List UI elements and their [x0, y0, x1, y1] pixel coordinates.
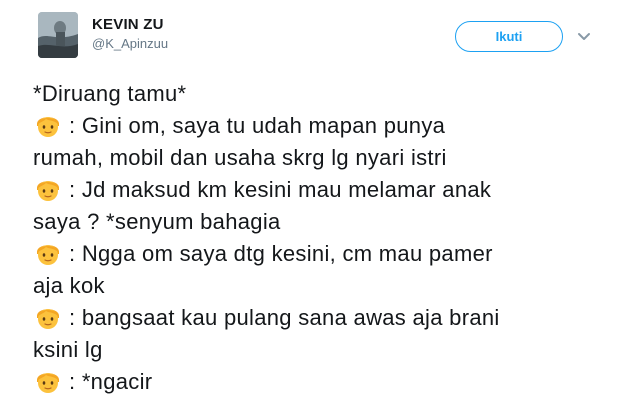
boy-face-emoji-icon	[37, 181, 59, 201]
tweet-line-text: : bangsaat kau pulang sana awas aja bran…	[69, 305, 500, 330]
tweet-line-text: rumah, mobil dan usaha skrg lg nyari ist…	[33, 145, 447, 170]
tweet-line: : *ngacir	[33, 366, 623, 398]
boy-face-emoji-icon	[37, 245, 59, 265]
tweet-line: aja kok	[33, 270, 623, 302]
tweet-line-text: : Ngga om saya dtg kesini, cm mau pamer	[69, 241, 493, 266]
tweet-line: : Gini om, saya tu udah mapan punya	[33, 110, 623, 142]
tweet-line: : bangsaat kau pulang sana awas aja bran…	[33, 302, 623, 334]
tweet-line-text: : *ngacir	[69, 369, 153, 394]
tweet-line: : Jd maksud km kesini mau melamar anak	[33, 174, 623, 206]
tweet-line: *Diruang tamu*	[33, 78, 623, 110]
tweet-line-text: saya ? *senyum bahagia	[33, 209, 281, 234]
tweet-line-text: : Gini om, saya tu udah mapan punya	[69, 113, 446, 138]
tweet-line-text: ksini lg	[33, 337, 103, 362]
tweet-line-text: aja kok	[33, 273, 105, 298]
display-name[interactable]: KEVIN ZU	[92, 16, 164, 33]
tweet-line: ksini lg	[33, 334, 623, 366]
tweet-text: *Diruang tamu* : Gini om, saya tu udah m…	[33, 78, 623, 398]
boy-face-emoji-icon	[37, 117, 59, 137]
tweet-line: saya ? *senyum bahagia	[33, 206, 623, 238]
boy-face-emoji-icon	[37, 309, 59, 329]
chevron-down-icon[interactable]	[577, 32, 591, 42]
follow-button[interactable]: Ikuti	[455, 21, 563, 52]
tweet-line: rumah, mobil dan usaha skrg lg nyari ist…	[33, 142, 623, 174]
avatar[interactable]	[38, 12, 78, 58]
tweet-line-text: *Diruang tamu*	[33, 81, 187, 106]
username[interactable]: @K_Apinzuu	[92, 36, 168, 51]
boy-face-emoji-icon	[37, 373, 59, 393]
tweet-line: : Ngga om saya dtg kesini, cm mau pamer	[33, 238, 623, 270]
tweet-line-text: : Jd maksud km kesini mau melamar anak	[69, 177, 492, 202]
tweet-card: KEVIN ZU @K_Apinzuu Ikuti *Diruang tamu*…	[0, 0, 634, 411]
